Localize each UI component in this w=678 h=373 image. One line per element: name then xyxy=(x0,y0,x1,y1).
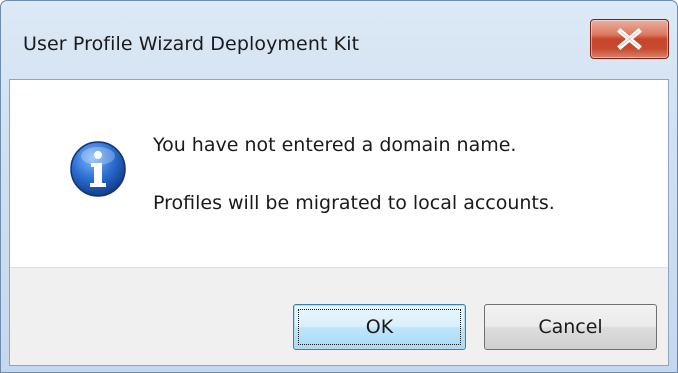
dialog-window: User Profile Wizard Deployment Kit You h… xyxy=(0,0,678,373)
information-icon xyxy=(70,141,126,197)
window-title: User Profile Wizard Deployment Kit xyxy=(23,33,360,55)
close-button[interactable] xyxy=(590,19,669,59)
ok-button-label: OK xyxy=(365,316,394,338)
message-area: You have not entered a domain name. Prof… xyxy=(10,80,668,267)
message-line-1: You have not entered a domain name. xyxy=(153,134,517,156)
ok-button[interactable]: OK xyxy=(293,304,466,350)
dialog-client-area: You have not entered a domain name. Prof… xyxy=(9,79,669,366)
cancel-button-label: Cancel xyxy=(538,316,603,338)
button-bar: OK Cancel xyxy=(10,267,668,365)
close-icon xyxy=(617,28,642,50)
title-bar[interactable]: User Profile Wizard Deployment Kit xyxy=(1,1,677,79)
cancel-button[interactable]: Cancel xyxy=(484,304,657,350)
message-line-2: Profiles will be migrated to local accou… xyxy=(153,192,555,214)
